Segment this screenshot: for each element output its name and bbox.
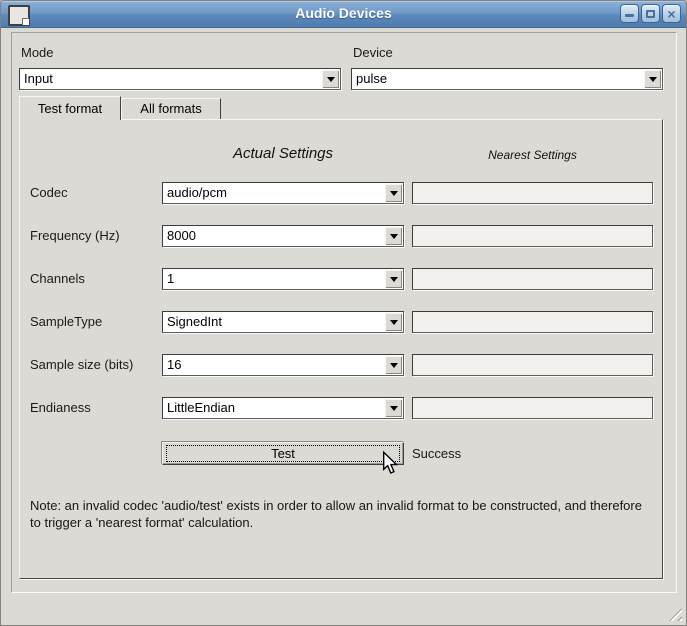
samplesize-value: 16 <box>167 357 181 372</box>
dropdown-arrow-icon <box>385 313 402 331</box>
sampletype-label: SampleType <box>30 314 102 329</box>
mode-label: Mode <box>21 45 54 60</box>
maximize-icon <box>646 10 655 18</box>
actual-settings-header: Actual Settings <box>162 145 404 162</box>
minimize-button[interactable] <box>620 4 639 23</box>
close-icon: × <box>667 7 675 21</box>
status-text: Success <box>412 446 461 461</box>
samplesize-nearest-field <box>412 354 653 376</box>
channels-label: Channels <box>30 271 85 286</box>
samplesize-select[interactable]: 16 <box>162 354 404 376</box>
sampletype-select[interactable]: SignedInt <box>162 311 404 333</box>
endianess-label: Endianess <box>30 400 91 415</box>
device-select[interactable]: pulse <box>351 68 663 90</box>
frequency-nearest-field <box>412 225 653 247</box>
codec-value: audio/pcm <box>167 185 227 200</box>
maximize-button[interactable] <box>641 4 660 23</box>
frequency-label: Frequency (Hz) <box>30 228 120 243</box>
focus-rect <box>166 445 400 462</box>
dropdown-arrow-icon <box>385 227 402 245</box>
window-menu-icon-fold <box>22 18 29 25</box>
dropdown-arrow-icon <box>385 184 402 202</box>
device-label: Device <box>353 45 393 60</box>
channels-select[interactable]: 1 <box>162 268 404 290</box>
mode-value: Input <box>24 71 53 86</box>
device-value: pulse <box>356 71 387 86</box>
endianess-nearest-field <box>412 397 653 419</box>
titlebar[interactable]: Audio Devices × <box>1 1 686 28</box>
note-text: Note: an invalid codec 'audio/test' exis… <box>30 497 654 531</box>
endianess-value: LittleEndian <box>167 400 235 415</box>
codec-nearest-field <box>412 182 653 204</box>
sampletype-nearest-field <box>412 311 653 333</box>
close-button[interactable]: × <box>662 4 681 23</box>
codec-label: Codec <box>30 185 68 200</box>
frequency-select[interactable]: 8000 <box>162 225 404 247</box>
window-title: Audio Devices <box>1 1 686 27</box>
dropdown-arrow-icon <box>385 270 402 288</box>
nearest-settings-header: Nearest Settings <box>412 148 653 162</box>
minimize-icon <box>625 14 634 17</box>
test-button[interactable]: Test <box>162 442 404 465</box>
sampletype-value: SignedInt <box>167 314 222 329</box>
tab-test-format[interactable]: Test format <box>19 96 121 120</box>
dropdown-arrow-icon <box>385 399 402 417</box>
audio-devices-window: Audio Devices × Mode Input Device pulse … <box>0 0 687 626</box>
samplesize-label: Sample size (bits) <box>30 357 133 372</box>
window-menu-icon[interactable] <box>8 5 30 26</box>
channels-value: 1 <box>167 271 174 286</box>
dropdown-arrow-icon <box>322 70 339 88</box>
endianess-select[interactable]: LittleEndian <box>162 397 404 419</box>
codec-select[interactable]: audio/pcm <box>162 182 404 204</box>
resize-grip[interactable] <box>669 608 682 621</box>
channels-nearest-field <box>412 268 653 290</box>
dropdown-arrow-icon <box>385 356 402 374</box>
frequency-value: 8000 <box>167 228 196 243</box>
dropdown-arrow-icon <box>644 70 661 88</box>
tab-all-formats[interactable]: All formats <box>121 98 221 119</box>
mode-select[interactable]: Input <box>19 68 341 90</box>
tab-panel: Actual Settings Nearest Settings Codec a… <box>19 119 663 579</box>
